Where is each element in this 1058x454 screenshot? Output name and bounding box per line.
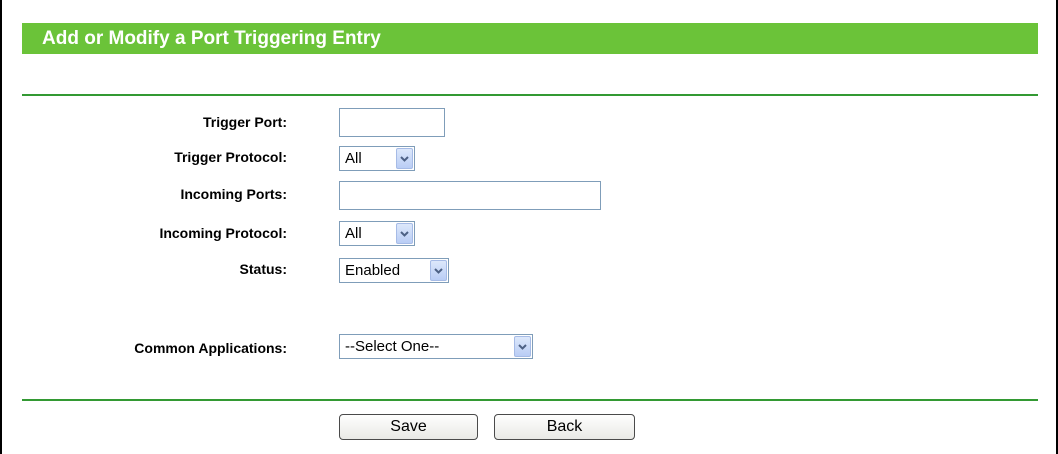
top-divider <box>22 94 1038 96</box>
common-applications-value: --Select One-- <box>345 338 440 355</box>
status-label: Status: <box>239 261 287 277</box>
back-button[interactable]: Back <box>494 414 635 440</box>
bottom-divider <box>22 399 1038 401</box>
title-bar: Add or Modify a Port Triggering Entry <box>22 23 1038 54</box>
common-applications-select[interactable]: --Select One-- <box>339 334 533 359</box>
trigger-protocol-value: All <box>345 150 362 167</box>
status-select[interactable]: Enabled <box>339 258 449 283</box>
chevron-down-icon[interactable] <box>514 336 531 357</box>
trigger-port-input[interactable] <box>339 108 445 137</box>
common-applications-label: Common Applications: <box>134 340 287 356</box>
page-frame: Add or Modify a Port Triggering Entry Tr… <box>0 0 1058 454</box>
incoming-ports-label: Incoming Ports: <box>180 186 287 202</box>
incoming-ports-input[interactable] <box>339 181 601 210</box>
trigger-protocol-select[interactable]: All <box>339 146 415 171</box>
chevron-down-icon[interactable] <box>430 260 447 281</box>
chevron-down-icon[interactable] <box>396 223 413 244</box>
save-button[interactable]: Save <box>339 414 478 440</box>
page-title: Add or Modify a Port Triggering Entry <box>42 28 381 49</box>
incoming-protocol-select[interactable]: All <box>339 221 415 246</box>
trigger-protocol-label: Trigger Protocol: <box>174 149 287 165</box>
chevron-down-icon[interactable] <box>396 148 413 169</box>
trigger-port-label: Trigger Port: <box>202 114 287 130</box>
status-value: Enabled <box>345 262 401 279</box>
incoming-protocol-label: Incoming Protocol: <box>159 225 287 241</box>
incoming-protocol-value: All <box>345 225 362 242</box>
